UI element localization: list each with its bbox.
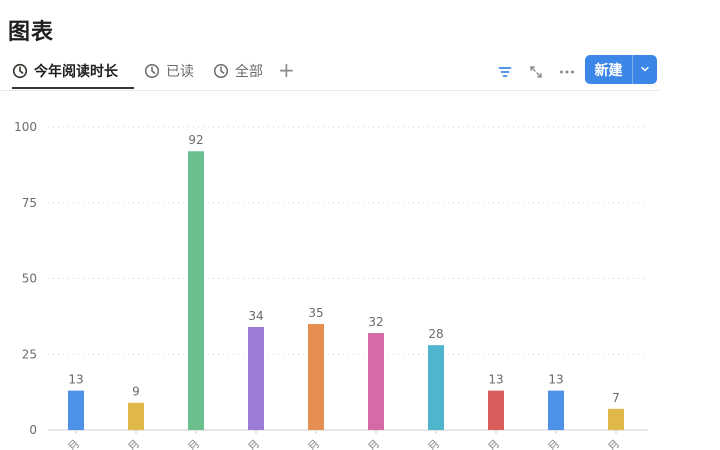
data-label: 34 xyxy=(248,309,263,323)
x-tick-label: 月 xyxy=(365,437,382,450)
tab-label: 全部 xyxy=(235,64,263,80)
bar xyxy=(188,151,204,431)
data-label: 13 xyxy=(488,373,503,387)
x-tick-label: 月 xyxy=(245,437,262,450)
x-tick-label: 月 xyxy=(485,437,502,450)
bar xyxy=(488,390,504,430)
x-tick-label: 月 xyxy=(545,437,562,450)
data-label: 92 xyxy=(188,133,203,147)
page-title: 图表 xyxy=(8,20,55,45)
bar xyxy=(368,333,384,430)
view-tab-bar: 今年阅读时长 已读 全部 + 新建 xyxy=(0,54,660,91)
y-tick-label: 25 xyxy=(22,347,37,361)
y-tick-label: 100 xyxy=(14,120,37,134)
y-tick-label: 75 xyxy=(22,196,37,210)
bar xyxy=(248,326,264,430)
tab-reading-time[interactable]: 今年阅读时长 xyxy=(12,54,134,89)
new-button-group: 新建 xyxy=(585,55,657,84)
x-tick-label: 月 xyxy=(185,437,202,450)
chart-page: 图表 今年阅读时长 已读 全部 + 新建 0 25 50 75 100 13 月… xyxy=(0,0,720,450)
data-label: 13 xyxy=(548,373,563,387)
new-dropdown-button[interactable] xyxy=(633,60,657,79)
x-tick-label: 月 xyxy=(425,437,442,450)
bar xyxy=(428,345,444,430)
add-view-button[interactable]: + xyxy=(278,58,295,82)
x-tick-label: 月 xyxy=(605,437,622,450)
bar xyxy=(68,390,84,430)
data-label: 7 xyxy=(612,391,620,405)
data-label: 35 xyxy=(308,306,323,320)
tab-read[interactable]: 已读 xyxy=(144,54,194,88)
chart-clock-icon xyxy=(213,63,229,79)
more-icon[interactable] xyxy=(557,62,577,82)
filter-icon[interactable] xyxy=(495,62,515,82)
bar xyxy=(128,402,144,430)
chart-clock-icon xyxy=(12,63,28,79)
tab-all[interactable]: 全部 xyxy=(213,54,263,88)
bar xyxy=(608,408,624,430)
x-tick-label: 月 xyxy=(305,437,322,450)
data-label: 28 xyxy=(428,327,443,341)
data-label: 32 xyxy=(368,315,383,329)
new-button[interactable]: 新建 xyxy=(585,60,632,80)
y-tick-label: 0 xyxy=(29,423,37,437)
tab-label: 今年阅读时长 xyxy=(34,63,118,80)
y-tick-label: 50 xyxy=(22,272,37,286)
bar xyxy=(308,323,324,430)
bar xyxy=(548,390,564,430)
bar-chart: 0 25 50 75 100 13 月 9 月 92 月 34 月 35 月 32 月 28 月 13 月 13 月 7 月 xyxy=(14,120,648,450)
expand-icon[interactable] xyxy=(526,62,546,82)
x-tick-label: 月 xyxy=(65,437,82,450)
tab-label: 已读 xyxy=(166,64,194,80)
chevron-down-icon xyxy=(639,60,651,79)
data-label: 13 xyxy=(68,373,83,387)
chart-clock-icon xyxy=(144,63,160,79)
data-label: 9 xyxy=(132,385,140,399)
x-tick-label: 月 xyxy=(125,437,142,450)
